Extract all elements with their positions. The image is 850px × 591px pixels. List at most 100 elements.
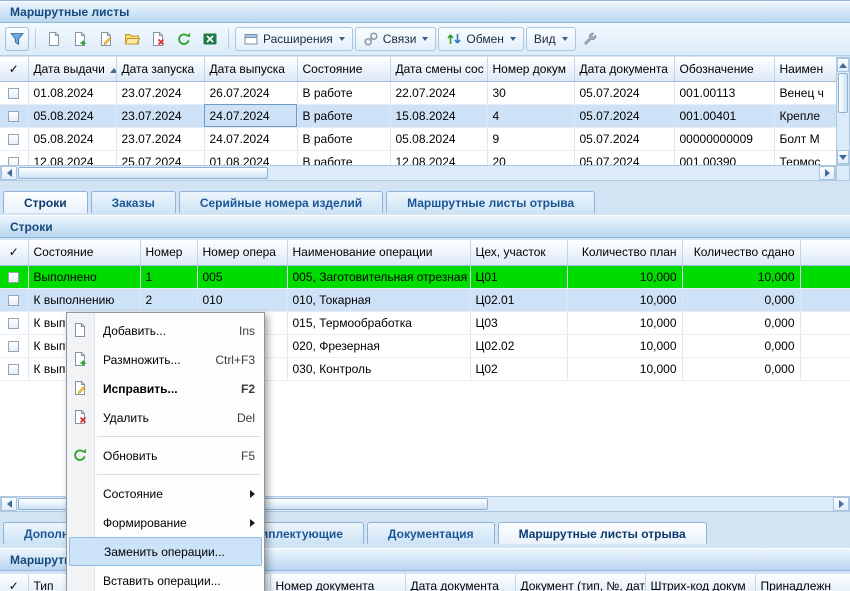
row-checkbox[interactable] bbox=[8, 295, 19, 306]
cell[interactable]: 10,000 bbox=[682, 265, 800, 288]
cell[interactable]: 005, Заготовительная отрезная bbox=[287, 265, 470, 288]
column-header-operation-name[interactable]: Наименование операции bbox=[287, 240, 470, 265]
table-row[interactable]: 12.08.2024 25.07.2024 01.08.2024 В работ… bbox=[0, 150, 836, 165]
cell[interactable]: 22.07.2024 bbox=[390, 81, 487, 104]
cell[interactable]: 1 bbox=[140, 265, 197, 288]
cell[interactable]: 20 bbox=[487, 150, 574, 165]
cell[interactable]: В работе bbox=[297, 104, 390, 127]
menu-item-add[interactable]: Добавить... Ins bbox=[67, 316, 264, 345]
cell[interactable]: В работе bbox=[297, 150, 390, 165]
cell[interactable]: Термос bbox=[774, 150, 836, 165]
tab-tear-off-sheets-bottom[interactable]: Маршрутные листы отрыва bbox=[498, 522, 707, 544]
tab-orders[interactable]: Заказы bbox=[91, 191, 176, 213]
column-header-designation[interactable]: Обозначение bbox=[674, 57, 774, 81]
cell[interactable]: 4 bbox=[487, 104, 574, 127]
cell[interactable]: 10,000 bbox=[567, 288, 682, 311]
add-document-button[interactable] bbox=[42, 27, 66, 51]
table-row-done[interactable]: Выполнено 1 005 005, Заготовительная отр… bbox=[0, 265, 850, 288]
menu-item-duplicate[interactable]: Размножить... Ctrl+F3 bbox=[67, 345, 264, 374]
cell[interactable]: 05.07.2024 bbox=[574, 150, 674, 165]
cell[interactable]: 05.08.2024 bbox=[28, 127, 116, 150]
tab-documentation[interactable]: Документация bbox=[367, 522, 495, 544]
column-header-start-date[interactable]: Дата запуска bbox=[116, 57, 204, 81]
menu-item-state[interactable]: Состояние bbox=[67, 479, 264, 508]
select-all-header[interactable]: ✓ bbox=[0, 574, 28, 591]
cell[interactable]: 9 bbox=[487, 127, 574, 150]
cell[interactable]: 001.00390 bbox=[674, 150, 774, 165]
column-header-belonging[interactable]: Принадлежн bbox=[755, 574, 850, 591]
copy-document-button[interactable] bbox=[68, 27, 92, 51]
row-checkbox[interactable] bbox=[8, 157, 19, 165]
row-checkbox[interactable] bbox=[8, 341, 19, 352]
column-header-document[interactable]: Документ (тип, №, дата) bbox=[515, 574, 645, 591]
column-header-doc-date[interactable]: Дата документа bbox=[574, 57, 674, 81]
excel-export-button[interactable] bbox=[198, 27, 222, 51]
cell[interactable]: 030, Контроль bbox=[287, 357, 470, 380]
extensions-dropdown[interactable]: Расширения bbox=[235, 27, 353, 51]
cell[interactable]: 10,000 bbox=[567, 357, 682, 380]
column-header-state-change-date[interactable]: Дата смены сос bbox=[390, 57, 487, 81]
select-all-header[interactable]: ✓ bbox=[0, 57, 28, 81]
select-all-header[interactable]: ✓ bbox=[0, 240, 28, 265]
cell[interactable]: 05.08.2024 bbox=[390, 127, 487, 150]
cell[interactable]: 25.07.2024 bbox=[116, 150, 204, 165]
refresh-button[interactable] bbox=[172, 27, 196, 51]
column-header-barcode[interactable]: Штрих-код докум bbox=[645, 574, 755, 591]
menu-item-edit[interactable]: Исправить... F2 bbox=[67, 374, 264, 403]
cell[interactable]: 01.08.2024 bbox=[28, 81, 116, 104]
cell[interactable]: 26.07.2024 bbox=[204, 81, 297, 104]
column-header-operation-number[interactable]: Номер опера bbox=[197, 240, 287, 265]
column-header-workshop[interactable]: Цех, участок bbox=[470, 240, 567, 265]
menu-item-forming[interactable]: Формирование bbox=[67, 508, 264, 537]
filter-button[interactable] bbox=[5, 27, 29, 51]
view-dropdown[interactable]: Вид bbox=[526, 27, 576, 51]
cell[interactable]: 23.07.2024 bbox=[116, 127, 204, 150]
column-header-number[interactable]: Номер bbox=[140, 240, 197, 265]
cell[interactable]: 001.00401 bbox=[674, 104, 774, 127]
settings-wrench-button[interactable] bbox=[578, 27, 602, 51]
column-header-doc-number[interactable]: Номер докум bbox=[487, 57, 574, 81]
cell[interactable]: 10,000 bbox=[567, 265, 682, 288]
cell[interactable]: Ц03 bbox=[470, 311, 567, 334]
cell[interactable]: В работе bbox=[297, 127, 390, 150]
cell[interactable]: 0,000 bbox=[682, 357, 800, 380]
vscroll-thumb[interactable] bbox=[838, 73, 848, 113]
cell[interactable]: 12.08.2024 bbox=[28, 150, 116, 165]
table-row[interactable]: 01.08.2024 23.07.2024 26.07.2024 В работ… bbox=[0, 81, 836, 104]
column-header-state[interactable]: Состояние bbox=[297, 57, 390, 81]
menu-item-replace-operations[interactable]: Заменить операции... bbox=[69, 537, 262, 566]
cell[interactable]: 10,000 bbox=[567, 334, 682, 357]
cell[interactable]: 12.08.2024 bbox=[390, 150, 487, 165]
cell[interactable]: 05.08.2024 bbox=[28, 104, 116, 127]
menu-item-delete[interactable]: Удалить Del bbox=[67, 403, 264, 432]
column-header-qty-done[interactable]: Количество сдано bbox=[682, 240, 800, 265]
cell[interactable]: 00000000009 bbox=[674, 127, 774, 150]
cell[interactable]: Ц01 bbox=[470, 265, 567, 288]
menu-item-insert-operations[interactable]: Вставить операции... bbox=[67, 566, 264, 591]
delete-document-button[interactable] bbox=[146, 27, 170, 51]
column-header-doc-number[interactable]: Номер документа bbox=[270, 574, 405, 591]
row-checkbox[interactable] bbox=[8, 88, 19, 99]
cell[interactable]: 015, Термообработка bbox=[287, 311, 470, 334]
cell[interactable]: 0,000 bbox=[682, 334, 800, 357]
cell[interactable]: 010 bbox=[197, 288, 287, 311]
cell[interactable]: 23.07.2024 bbox=[116, 104, 204, 127]
scroll-right-button[interactable] bbox=[833, 497, 849, 511]
row-checkbox[interactable] bbox=[8, 111, 19, 122]
links-dropdown[interactable]: Связи bbox=[355, 27, 437, 51]
cell[interactable]: 15.08.2024 bbox=[390, 104, 487, 127]
vertical-scrollbar[interactable] bbox=[836, 57, 850, 165]
cell[interactable]: Ц02 bbox=[470, 357, 567, 380]
cell[interactable]: Болт М bbox=[774, 127, 836, 150]
column-header-doc-date[interactable]: Дата документа bbox=[405, 574, 515, 591]
column-header-issue-date[interactable]: Дата выдачи bbox=[28, 57, 116, 81]
cell[interactable]: 30 bbox=[487, 81, 574, 104]
cell[interactable]: В работе bbox=[297, 81, 390, 104]
cell[interactable]: 2 bbox=[140, 288, 197, 311]
cell[interactable]: 005 bbox=[197, 265, 287, 288]
cell[interactable]: Ц02.02 bbox=[470, 334, 567, 357]
scroll-right-button[interactable] bbox=[819, 166, 835, 180]
cell[interactable]: 01.08.2024 bbox=[204, 150, 297, 165]
column-header-state[interactable]: Состояние bbox=[28, 240, 140, 265]
exchange-dropdown[interactable]: Обмен bbox=[438, 27, 524, 51]
